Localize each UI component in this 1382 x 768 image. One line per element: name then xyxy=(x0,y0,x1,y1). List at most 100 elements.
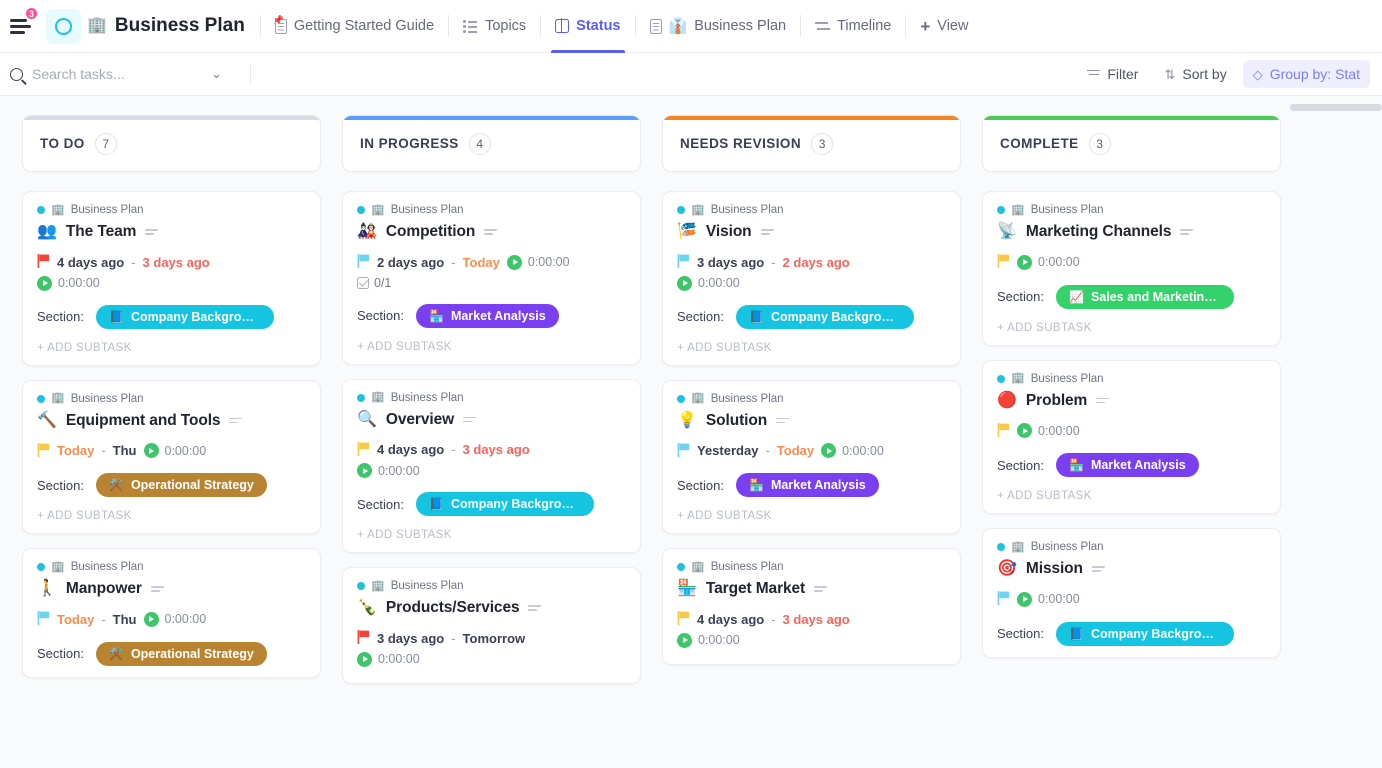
time-tracker[interactable]: 0:00:00 xyxy=(677,633,740,648)
section-tag[interactable]: 📘Company Background xyxy=(96,305,274,329)
task-card[interactable]: 🏢Business Plan🎯Mission0:00:00Section:📘Co… xyxy=(982,528,1281,658)
card-title-row[interactable]: 🔴Problem xyxy=(997,392,1266,410)
time-tracker[interactable]: 0:00:00 xyxy=(1017,592,1080,607)
tab-business-plan-doc[interactable]: 👔 Business Plan xyxy=(638,0,799,53)
card-title-row[interactable]: 👥The Team xyxy=(37,223,306,241)
start-date[interactable]: 4 days ago xyxy=(377,442,444,457)
start-date[interactable]: Yesterday xyxy=(697,443,758,458)
tab-getting-started-guide[interactable]: 📌 Getting Started Guide xyxy=(263,0,446,53)
chevron-down-icon[interactable]: ⌄ xyxy=(211,66,222,82)
play-icon[interactable] xyxy=(507,255,522,270)
card-menu-icon[interactable] xyxy=(463,416,477,424)
card-menu-icon[interactable] xyxy=(484,228,498,236)
section-tag[interactable]: ⚒️Operational Strategy xyxy=(96,642,267,666)
search-input[interactable] xyxy=(32,66,202,82)
task-card[interactable]: 🏢Business Plan🍾Products/Services3 days a… xyxy=(342,567,641,684)
card-title-row[interactable]: 🎯Mission xyxy=(997,560,1266,578)
time-tracker[interactable]: 0:00:00 xyxy=(507,255,570,270)
card-title-row[interactable]: 🍾Products/Services xyxy=(357,599,626,617)
add-subtask-button[interactable]: + ADD SUBTASK xyxy=(357,529,626,541)
priority-flag-icon[interactable] xyxy=(357,630,370,647)
tab-status[interactable]: Status xyxy=(543,0,632,53)
tab-timeline[interactable]: Timeline xyxy=(803,0,903,53)
due-date[interactable]: Today xyxy=(777,443,814,458)
add-subtask-button[interactable]: + ADD SUBTASK xyxy=(37,510,306,522)
filter-button[interactable]: Filter xyxy=(1077,60,1148,88)
priority-flag-icon[interactable] xyxy=(357,254,370,271)
priority-flag-icon[interactable] xyxy=(37,254,50,271)
task-card[interactable]: 🏢Business Plan🎎Competition2 days ago-Tod… xyxy=(342,191,641,365)
due-date[interactable]: Tomorrow xyxy=(463,631,526,646)
task-card[interactable]: 🏢Business Plan🔍Overview4 days ago-3 days… xyxy=(342,379,641,554)
add-subtask-button[interactable]: + ADD SUBTASK xyxy=(677,510,946,522)
card-menu-icon[interactable] xyxy=(528,604,542,612)
card-menu-icon[interactable] xyxy=(814,585,828,593)
due-date[interactable]: 2 days ago xyxy=(783,255,850,270)
priority-flag-icon[interactable] xyxy=(997,423,1010,440)
card-title-row[interactable]: 🔨Equipment and Tools xyxy=(37,412,306,430)
section-tag[interactable]: 📈Sales and Marketing Str... xyxy=(1056,285,1234,309)
start-date[interactable]: Today xyxy=(57,443,94,458)
add-subtask-button[interactable]: + ADD SUBTASK xyxy=(997,490,1266,502)
start-date[interactable]: 2 days ago xyxy=(377,255,444,270)
space-avatar-button[interactable] xyxy=(46,9,81,44)
card-title-row[interactable]: 🔍Overview xyxy=(357,411,626,429)
time-tracker[interactable]: 0:00:00 xyxy=(37,276,100,291)
play-icon[interactable] xyxy=(37,276,52,291)
due-date[interactable]: Today xyxy=(463,255,500,270)
column-header[interactable]: TO DO7 xyxy=(22,115,321,172)
section-tag[interactable]: 📘Company Background xyxy=(736,305,914,329)
horizontal-scrollbar[interactable] xyxy=(1290,104,1382,111)
play-icon[interactable] xyxy=(1017,423,1032,438)
start-date[interactable]: 3 days ago xyxy=(697,255,764,270)
card-menu-icon[interactable] xyxy=(1180,228,1194,236)
priority-flag-icon[interactable] xyxy=(37,443,50,460)
priority-flag-icon[interactable] xyxy=(677,254,690,271)
due-date[interactable]: Thu xyxy=(113,612,137,627)
play-icon[interactable] xyxy=(357,463,372,478)
tab-topics[interactable]: Topics xyxy=(451,0,538,53)
priority-flag-icon[interactable] xyxy=(997,591,1010,608)
time-tracker[interactable]: 0:00:00 xyxy=(144,612,207,627)
page-title[interactable]: 🏢 Business Plan xyxy=(87,15,258,37)
due-date[interactable]: 3 days ago xyxy=(783,612,850,627)
card-menu-icon[interactable] xyxy=(229,417,243,425)
group-by-button[interactable]: ◇ Group by: Stat xyxy=(1243,60,1370,88)
task-card[interactable]: 🏢Business Plan🔴Problem0:00:00Section:🏪Ma… xyxy=(982,360,1281,515)
section-tag[interactable]: ⚒️Operational Strategy xyxy=(96,473,267,497)
section-tag[interactable]: 🏪Market Analysis xyxy=(416,304,559,328)
task-card[interactable]: 🏢Business Plan📡Marketing Channels0:00:00… xyxy=(982,191,1281,346)
task-card[interactable]: 🏢Business Plan🔨Equipment and ToolsToday-… xyxy=(22,380,321,535)
card-menu-icon[interactable] xyxy=(145,228,159,236)
section-tag[interactable]: 🏪Market Analysis xyxy=(736,473,879,497)
subtask-progress[interactable]: 0/1 xyxy=(357,276,626,290)
section-tag[interactable]: 📘Company Background xyxy=(416,492,594,516)
time-tracker[interactable]: 0:00:00 xyxy=(357,652,420,667)
play-icon[interactable] xyxy=(144,443,159,458)
start-date[interactable]: Today xyxy=(57,612,94,627)
card-title-row[interactable]: 🚶Manpower xyxy=(37,580,306,598)
card-title-row[interactable]: 🎏Vision xyxy=(677,223,946,241)
priority-flag-icon[interactable] xyxy=(357,442,370,459)
sort-by-button[interactable]: ⇅ Sort by xyxy=(1154,60,1236,88)
search-box[interactable]: ⌄ xyxy=(10,66,242,82)
priority-flag-icon[interactable] xyxy=(677,443,690,460)
add-subtask-button[interactable]: + ADD SUBTASK xyxy=(37,342,306,354)
card-title-row[interactable]: 🎎Competition xyxy=(357,223,626,241)
menu-hamburger-icon[interactable]: 3 xyxy=(10,11,40,41)
start-date[interactable]: 4 days ago xyxy=(57,255,124,270)
add-subtask-button[interactable]: + ADD SUBTASK xyxy=(357,341,626,353)
card-menu-icon[interactable] xyxy=(1096,397,1110,405)
time-tracker[interactable]: 0:00:00 xyxy=(357,463,420,478)
column-header[interactable]: NEEDS REVISION3 xyxy=(662,115,961,172)
due-date[interactable]: 3 days ago xyxy=(463,442,530,457)
due-date[interactable]: Thu xyxy=(113,443,137,458)
section-tag[interactable]: 📘Company Background xyxy=(1056,622,1234,646)
task-card[interactable]: 🏢Business Plan🚶ManpowerToday-Thu0:00:00S… xyxy=(22,548,321,678)
card-menu-icon[interactable] xyxy=(151,585,165,593)
add-subtask-button[interactable]: + ADD SUBTASK xyxy=(997,322,1266,334)
time-tracker[interactable]: 0:00:00 xyxy=(1017,255,1080,270)
time-tracker[interactable]: 0:00:00 xyxy=(1017,423,1080,438)
start-date[interactable]: 3 days ago xyxy=(377,631,444,646)
play-icon[interactable] xyxy=(1017,592,1032,607)
